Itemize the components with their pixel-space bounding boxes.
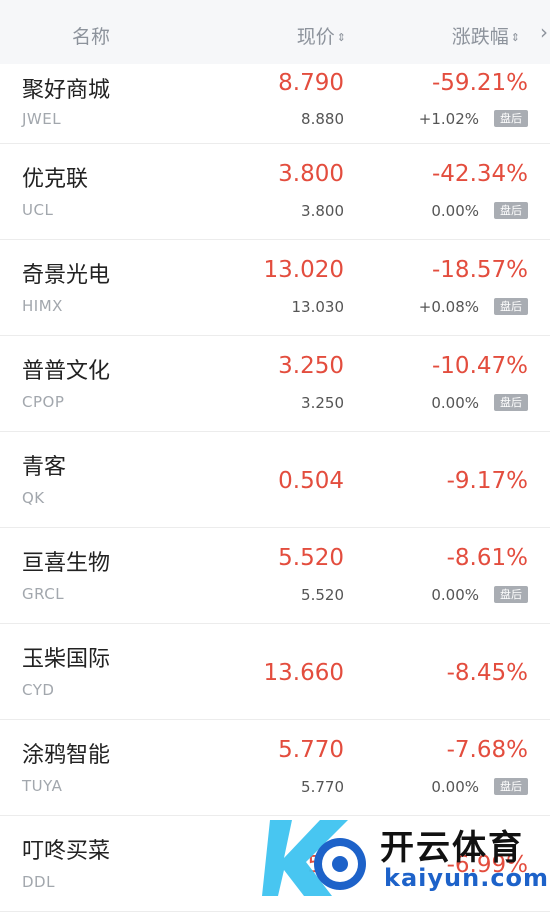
table-row[interactable]: 亘喜生物 GRCL 5.520 -8.61% 5.520 0.00% 盘后 [0, 528, 550, 624]
after-hours-price: 5.520 [301, 586, 344, 604]
after-hours-price: 8.880 [301, 110, 344, 128]
stock-code: QK [22, 489, 45, 507]
after-hours-price: 3.250 [301, 394, 344, 412]
stock-change: -9.17% [446, 468, 528, 494]
stock-name: 涂鸦智能 [22, 743, 111, 768]
stock-name: 玉柴国际 [22, 647, 111, 672]
column-header-change-label: 涨跌幅 [451, 26, 509, 48]
stock-change: -42.34% [432, 161, 528, 187]
stock-name: 青客 [22, 455, 67, 480]
stock-price: 13.020 [263, 257, 344, 283]
column-header-name[interactable]: 名称 [72, 22, 110, 49]
after-hours-price: 3.800 [301, 202, 344, 220]
stock-price: 5.520 [278, 545, 344, 571]
watermark-logo: 开云体育 kaiyun.com [262, 812, 550, 902]
stock-price: 13.660 [263, 660, 344, 686]
table-row[interactable]: 聚好商城 JWEL 8.790 -59.21% 8.880 +1.02% 盘后 [0, 64, 550, 144]
stock-name: 奇景光电 [22, 263, 111, 288]
column-header-price[interactable]: 现价 ⇕ [297, 22, 346, 49]
table-row[interactable]: 普普文化 CPOP 3.250 -10.47% 3.250 0.00% 盘后 [0, 336, 550, 432]
table-row[interactable]: 奇景光电 HIMX 13.020 -18.57% 13.030 +0.08% 盘… [0, 240, 550, 336]
chevron-right-icon[interactable]: › [540, 20, 548, 44]
stock-name: 优克联 [22, 167, 89, 192]
table-row[interactable]: 玉柴国际 CYD 13.660 -8.45% [0, 624, 550, 720]
after-hours-price: 13.030 [291, 298, 345, 316]
after-hours-change: 0.00% [431, 778, 479, 796]
stock-code: HIMX [22, 297, 63, 315]
sort-updown-icon[interactable]: ⇕ [337, 31, 346, 44]
stock-change: -8.45% [446, 660, 528, 686]
watermark-url: kaiyun.com [384, 864, 550, 892]
stock-price: 8.790 [278, 70, 344, 96]
stock-code: JWEL [22, 110, 62, 128]
kaiyun-logo-icon [262, 820, 366, 896]
after-hours-change: +1.02% [418, 110, 479, 128]
stock-price: 5.770 [278, 737, 344, 763]
stock-change: -10.47% [432, 353, 528, 379]
table-header: 名称 现价 ⇕ 涨跌幅 ⇕ › [0, 0, 550, 64]
stock-price: 3.800 [278, 161, 344, 187]
stock-list: 聚好商城 JWEL 8.790 -59.21% 8.880 +1.02% 盘后 … [0, 64, 550, 912]
after-hours-badge: 盘后 [494, 778, 528, 795]
table-row[interactable]: 涂鸦智能 TUYA 5.770 -7.68% 5.770 0.00% 盘后 [0, 720, 550, 816]
stock-name: 亘喜生物 [22, 551, 111, 576]
stock-code: TUYA [22, 777, 63, 795]
stock-change: -7.68% [446, 737, 528, 763]
stock-price: 0.504 [278, 468, 344, 494]
stock-name: 聚好商城 [22, 78, 111, 103]
column-header-change[interactable]: 涨跌幅 ⇕ [452, 22, 520, 49]
after-hours-badge: 盘后 [494, 110, 528, 127]
after-hours-change: 0.00% [431, 394, 479, 412]
after-hours-change: 0.00% [431, 586, 479, 604]
sort-updown-icon[interactable]: ⇕ [511, 31, 520, 44]
stock-code: DDL [22, 873, 55, 891]
stock-name: 普普文化 [22, 359, 111, 384]
table-row[interactable]: 优克联 UCL 3.800 -42.34% 3.800 0.00% 盘后 [0, 144, 550, 240]
after-hours-change: 0.00% [431, 202, 479, 220]
stock-change: -8.61% [446, 545, 528, 571]
after-hours-badge: 盘后 [494, 202, 528, 219]
stock-name: 叮咚买菜 [22, 839, 111, 864]
stock-code: CYD [22, 681, 55, 699]
after-hours-badge: 盘后 [494, 586, 528, 603]
stock-code: UCL [22, 201, 54, 219]
after-hours-badge: 盘后 [494, 394, 528, 411]
stock-change: -59.21% [432, 70, 528, 96]
stock-change: -18.57% [432, 257, 528, 283]
table-row[interactable]: 青客 QK 0.504 -9.17% [0, 432, 550, 528]
column-header-price-label: 现价 [296, 26, 335, 48]
watermark-title: 开云体育 [380, 828, 524, 868]
after-hours-change: +0.08% [418, 298, 479, 316]
after-hours-price: 5.770 [301, 778, 344, 796]
stock-price: 3.250 [278, 353, 344, 379]
after-hours-badge: 盘后 [494, 298, 528, 315]
stock-code: GRCL [22, 585, 65, 603]
stock-code: CPOP [22, 393, 65, 411]
